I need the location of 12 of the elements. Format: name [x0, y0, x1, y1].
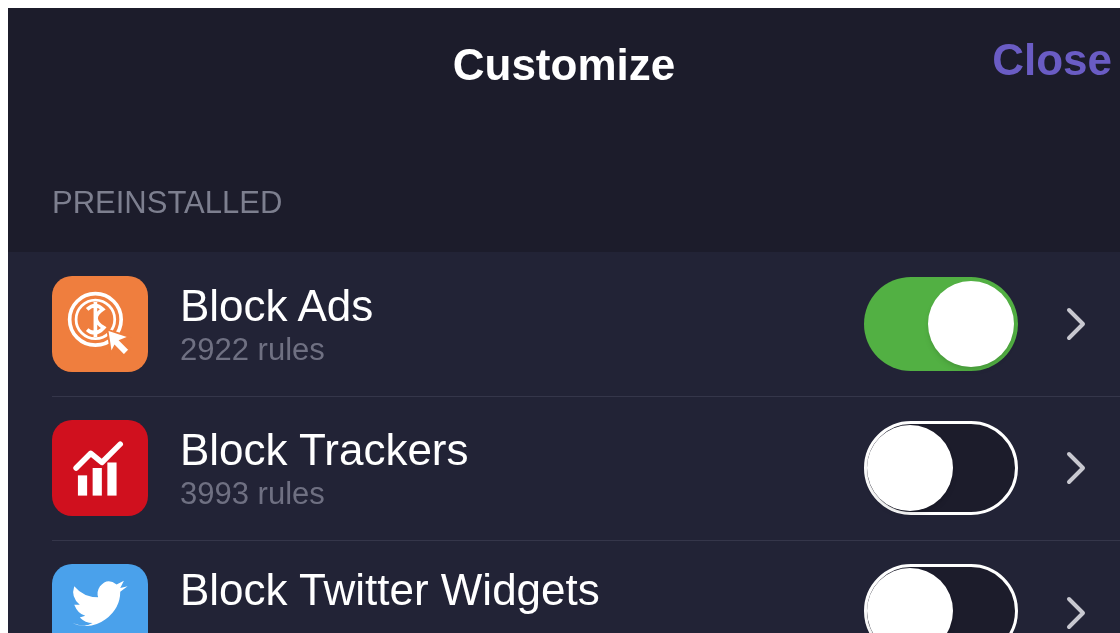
section-header: PREINSTALLED [52, 183, 283, 222]
screen-title: Customize [452, 39, 676, 91]
chevron-right-icon [1066, 451, 1086, 485]
rule-count: 2922 rules [180, 332, 326, 368]
rule-count: 3993 rules [180, 476, 326, 512]
chevron-right-icon [1066, 307, 1086, 341]
chevron-right-icon [1066, 596, 1086, 630]
toggle-switch[interactable] [864, 564, 1018, 633]
item-title: Block Twitter Widgets [180, 564, 601, 616]
item-title: Block Trackers [180, 424, 470, 476]
close-button[interactable]: Close [992, 38, 1112, 82]
item-title: Block Ads [180, 280, 375, 332]
